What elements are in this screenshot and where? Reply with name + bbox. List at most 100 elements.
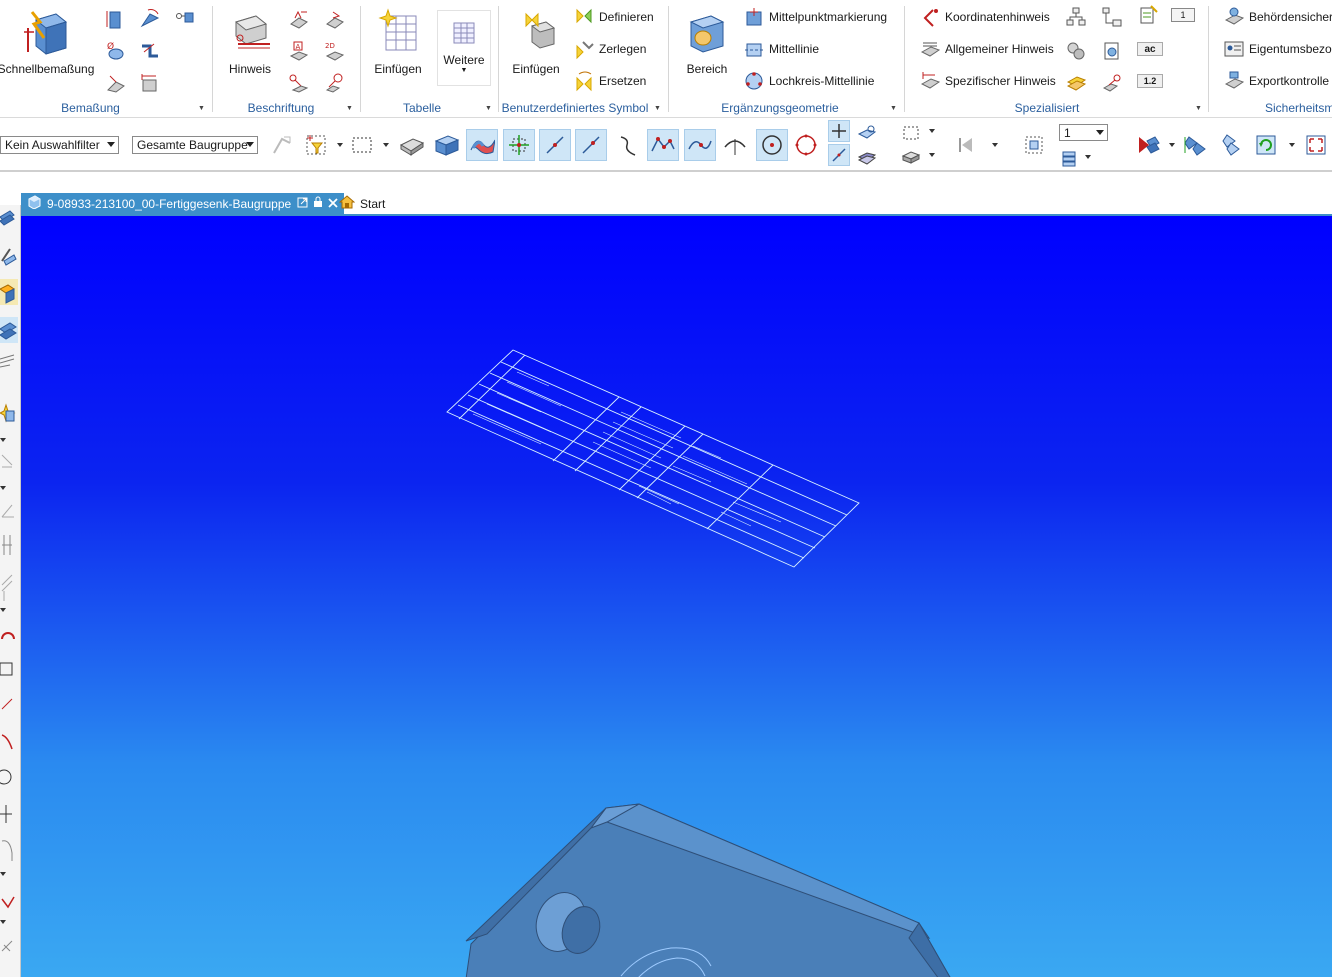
csys-icon[interactable] xyxy=(719,129,751,161)
bereich-button[interactable]: Bereich xyxy=(679,8,735,76)
curve-icon[interactable] xyxy=(611,129,643,161)
diagonal-point-icon[interactable] xyxy=(828,144,850,166)
auto-dimension-icon[interactable] xyxy=(138,72,160,94)
orient-view-icon[interactable] xyxy=(1178,129,1210,161)
scope-select[interactable]: Gesamte Baugruppe xyxy=(132,136,258,154)
definieren-button[interactable]: Definieren xyxy=(573,6,654,28)
left-toolbar-icons[interactable] xyxy=(0,205,21,977)
diameter-dimension-icon[interactable]: Ø xyxy=(104,40,126,62)
small-caret-icon xyxy=(0,920,6,924)
named-view-icon[interactable] xyxy=(1214,129,1246,161)
zoom-window-icon[interactable] xyxy=(1018,129,1050,161)
ordinate-dimension-icon[interactable] xyxy=(104,8,126,30)
filter-tool-icon[interactable] xyxy=(300,129,332,161)
beschriftung-launcher-icon[interactable]: ▼ xyxy=(346,105,353,112)
angular-dimension-icon[interactable] xyxy=(138,8,160,30)
document-globe-icon[interactable] xyxy=(1101,40,1123,62)
tabelle-launcher-icon[interactable]: ▼ xyxy=(485,105,492,112)
tabelle-einfuegen-button[interactable]: Einfügen xyxy=(369,8,427,76)
previous-view-dropdown-icon[interactable] xyxy=(992,143,998,147)
ergaenzungsgeometrie-launcher-icon[interactable]: ▼ xyxy=(890,105,897,112)
close-tab-icon[interactable] xyxy=(328,197,338,211)
chamfer-dimension-icon[interactable] xyxy=(104,72,126,94)
spin-center-dropdown-icon[interactable] xyxy=(1169,143,1175,147)
badge-one[interactable]: 1 xyxy=(1171,8,1195,22)
selection-filter-select[interactable]: Kein Auswahlfilter xyxy=(0,136,119,154)
surface-finish-icon[interactable] xyxy=(287,8,309,30)
group-ergaenzungsgeometrie: Bereich Mittelpunktmarkierung Mittellini… xyxy=(669,0,903,118)
quick-dimension-icon xyxy=(22,8,70,56)
symbol-einfuegen-button[interactable]: Einfügen xyxy=(505,8,567,76)
mirror-icon xyxy=(1,940,13,952)
datum-target-icon[interactable]: 2D xyxy=(323,40,345,62)
checklist-edit-icon[interactable] xyxy=(1137,4,1159,26)
baseline-dimension-icon[interactable] xyxy=(174,6,196,28)
annotation-display-icon[interactable] xyxy=(856,145,878,167)
graphics-viewport[interactable] xyxy=(21,214,1332,977)
layer-select[interactable]: 1 xyxy=(1059,124,1108,141)
spline-icon[interactable] xyxy=(684,129,716,161)
plus-point-icon[interactable] xyxy=(828,120,850,142)
mittelpunktmarkierung-button[interactable]: Mittelpunktmarkierung xyxy=(743,6,887,28)
exportkontrolle-button[interactable]: Exportkontrolle xyxy=(1223,70,1329,92)
geometric-tolerance-icon[interactable] xyxy=(323,8,345,30)
spin-center-icon[interactable] xyxy=(1132,129,1164,161)
filter-dropdown-icon[interactable] xyxy=(337,143,343,147)
weld-symbol-icon[interactable] xyxy=(287,72,309,94)
folder-stack-icon[interactable] xyxy=(1065,72,1087,94)
tab-assembly-document[interactable]: 9-08933-213100_00-Fertiggesenk-Baugruppe xyxy=(21,193,345,214)
radius-dimension-icon[interactable] xyxy=(138,40,160,62)
box-select-icon[interactable] xyxy=(346,129,378,161)
zerlegen-button[interactable]: Zerlegen xyxy=(573,38,646,60)
lock-icon[interactable] xyxy=(313,196,323,211)
gear-settings-icon[interactable] xyxy=(1065,40,1087,62)
refit-box-icon[interactable] xyxy=(900,122,922,144)
shaded-edges-icon[interactable] xyxy=(395,129,427,161)
badge-decimal[interactable]: 1.2 xyxy=(1137,74,1163,88)
previous-view-icon[interactable] xyxy=(950,129,982,161)
fullscreen-icon[interactable] xyxy=(1300,129,1332,161)
bemassung-launcher-icon[interactable]: ▼ xyxy=(198,105,205,112)
repaint-dropdown-icon[interactable] xyxy=(1289,143,1295,147)
ersetzen-button[interactable]: Ersetzen xyxy=(573,70,646,92)
balloon-icon[interactable] xyxy=(323,72,345,94)
badge-ac[interactable]: ac xyxy=(1137,42,1163,56)
hinweis-button[interactable]: Hinweis xyxy=(221,8,279,76)
spezifischer-hinweis-button[interactable]: Spezifischer Hinweis xyxy=(919,70,1056,92)
box-select-dropdown-icon[interactable] xyxy=(383,143,389,147)
datum-points-icon[interactable] xyxy=(503,129,535,161)
detach-tab-icon[interactable] xyxy=(297,197,308,211)
eigentumsbezo-button[interactable]: Eigentumsbezo xyxy=(1223,38,1332,60)
datum-axes-icon[interactable] xyxy=(539,129,571,161)
behoerdensicher-button[interactable]: Behördensicher xyxy=(1223,6,1332,28)
allgemeiner-hinweis-button[interactable]: Allgemeiner Hinweis xyxy=(919,38,1054,60)
hierarchy-icon[interactable] xyxy=(1065,6,1087,28)
hide-dropdown-icon[interactable] xyxy=(929,153,935,157)
tab-start[interactable]: Start xyxy=(338,193,386,214)
datum-line-icon[interactable] xyxy=(575,129,607,161)
refit-dropdown-icon[interactable] xyxy=(929,129,935,133)
mittellinie-button[interactable]: Mittellinie xyxy=(743,38,819,60)
circle-target-icon[interactable] xyxy=(756,129,788,161)
hide-icon[interactable] xyxy=(900,145,922,167)
spezialisiert-launcher-icon[interactable]: ▼ xyxy=(1195,105,1202,112)
linked-note-icon[interactable] xyxy=(1101,72,1123,94)
structure-link-icon[interactable] xyxy=(1101,6,1123,28)
symbol-launcher-icon[interactable]: ▼ xyxy=(654,105,661,112)
weitere-button[interactable]: Weitere ▼ xyxy=(437,10,491,86)
datum-feature-icon[interactable]: A xyxy=(287,40,309,62)
repaint-icon[interactable] xyxy=(1250,129,1282,161)
start-tab-label: Start xyxy=(360,196,386,211)
home-icon xyxy=(338,195,356,212)
layer-stack-icon[interactable] xyxy=(1059,147,1081,169)
lochkreis-mittellinie-button[interactable]: Lochkreis-Mittellinie xyxy=(743,70,874,92)
koordinatenhinweis-button[interactable]: Koordinatenhinweis xyxy=(919,6,1050,28)
deselect-tool-icon[interactable] xyxy=(266,129,298,161)
annotation-plane-icon[interactable] xyxy=(856,122,878,144)
polyline-points-icon[interactable] xyxy=(647,129,679,161)
schnellbemassung-button[interactable]: Schnellbemaßung xyxy=(0,8,94,76)
layer-stack-dropdown-icon[interactable] xyxy=(1085,155,1091,159)
shaded-view-icon[interactable] xyxy=(430,129,462,161)
circle-points-icon[interactable] xyxy=(790,129,822,161)
surface-display-icon[interactable] xyxy=(466,129,498,161)
